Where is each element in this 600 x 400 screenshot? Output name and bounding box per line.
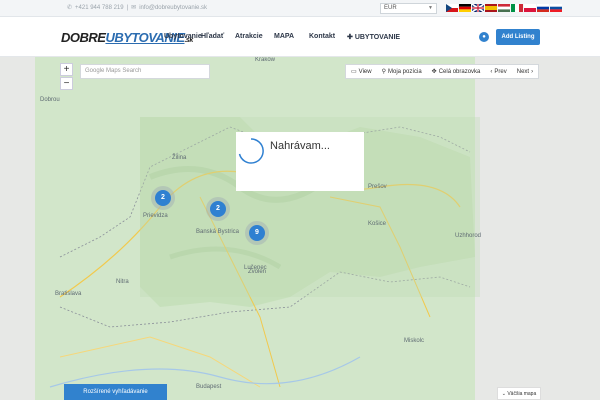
nav-item-add-ubytovanie-label: UBYTOVANIE xyxy=(354,34,401,41)
map-place-label: Prievidza xyxy=(143,213,168,219)
map-place-label: Žilina xyxy=(172,155,187,161)
map-place-label: Miskolc xyxy=(404,338,425,344)
map-place-label: Prešov xyxy=(368,184,387,190)
flag-de-icon[interactable] xyxy=(459,4,471,12)
prev-button[interactable]: ‹ Prev xyxy=(485,65,511,78)
flag-es-icon[interactable] xyxy=(485,4,497,12)
flag-en-icon[interactable] xyxy=(472,4,484,12)
fullscreen-button[interactable]: ✥ Celá obrazovka xyxy=(427,65,486,78)
main-navigation: DOBREUBYTOVANIE.sk Ubytovanie Hľadať Atr… xyxy=(0,17,600,57)
contact-info: ✆ +421 944 788 219 | ✉ info@dobreubytova… xyxy=(67,4,207,12)
add-listing-button[interactable]: Add Listing xyxy=(496,29,540,45)
flag-sk-icon[interactable] xyxy=(550,4,562,12)
map-place-label: Kraków xyxy=(255,57,276,63)
image-icon: ▭ xyxy=(351,69,357,75)
phone-icon: ✆ xyxy=(67,5,73,11)
zoom-in-button[interactable]: + xyxy=(60,63,73,76)
map-place-label: Košice xyxy=(368,221,387,227)
my-position-button[interactable]: ⚲ Moja pozícia xyxy=(377,65,427,78)
fullscreen-label: Celá obrazovka xyxy=(438,68,481,75)
flag-pl-icon[interactable] xyxy=(524,4,536,12)
larger-map-button[interactable]: ⌄ Väčšia mapa xyxy=(497,387,541,400)
nav-item-add-ubytovanie[interactable]: ✚ UBYTOVANIE xyxy=(347,33,400,41)
my-position-label: Moja pozícia xyxy=(387,68,422,75)
map-cluster-marker[interactable]: 2 xyxy=(155,190,171,206)
larger-map-label: Väčšia mapa xyxy=(507,391,537,397)
language-flags xyxy=(446,4,562,12)
user-account-icon[interactable]: ● xyxy=(479,32,489,42)
map-place-label: Budapest xyxy=(196,384,222,390)
map-place-label: Dobrou xyxy=(40,97,60,103)
zoom-out-button[interactable]: − xyxy=(60,77,73,90)
logo-part-dobre: DOBRE xyxy=(61,30,106,45)
location-pin-icon: ⚲ xyxy=(381,69,386,75)
loading-overlay: Nahrávam... xyxy=(236,132,364,191)
map-area[interactable]: Kraków Dobrou Žilina Zvolen Prešov Košic… xyxy=(0,57,600,400)
map-search-input[interactable]: Google Maps Search xyxy=(80,64,210,79)
plus-icon: ✚ xyxy=(347,34,355,41)
prev-label: Prev xyxy=(494,68,507,75)
map-place-label: Lučenec xyxy=(244,265,267,271)
top-bar: ✆ +421 944 788 219 | ✉ info@dobreubytova… xyxy=(0,0,600,17)
nav-item-ubytovanie[interactable]: Ubytovanie xyxy=(164,33,202,40)
currency-value: EUR xyxy=(384,5,397,11)
loading-spinner-icon xyxy=(238,138,264,164)
nav-item-mapa[interactable]: MAPA xyxy=(274,33,294,40)
nav-item-hladat[interactable]: Hľadať xyxy=(201,33,224,40)
flag-it-icon[interactable] xyxy=(511,4,523,12)
email-icon: ✉ xyxy=(131,5,137,11)
view-label: View xyxy=(358,68,372,75)
chevron-right-icon: › xyxy=(531,68,534,75)
phone-number[interactable]: +421 944 788 219 xyxy=(75,5,124,11)
nav-item-atrakcie[interactable]: Atrakcie xyxy=(235,33,263,40)
chevron-left-icon: ‹ xyxy=(490,68,493,75)
map-cluster-marker[interactable]: 2 xyxy=(210,201,226,217)
nav-item-kontakt[interactable]: Kontakt xyxy=(309,33,335,40)
map-canvas xyxy=(0,57,600,400)
next-label: Next xyxy=(516,68,530,75)
view-button[interactable]: ▭ View xyxy=(346,65,377,78)
map-place-label: Banská Bystrica xyxy=(196,229,240,235)
flag-hu-icon[interactable] xyxy=(498,4,510,12)
email-address[interactable]: info@dobreubytovanie.sk xyxy=(139,5,207,11)
fullscreen-icon: ✥ xyxy=(431,69,437,75)
chevron-down-icon: ▼ xyxy=(428,5,433,11)
map-controls: ▭ View ⚲ Moja pozícia ✥ Celá obrazovka ‹ Pre… xyxy=(345,64,540,79)
contact-separator: | xyxy=(126,4,129,11)
advanced-search-button[interactable]: Rozšírené vyhľadávanie xyxy=(64,384,167,400)
currency-select[interactable]: EUR ▼ xyxy=(380,3,437,14)
flag-cz-icon[interactable] xyxy=(446,4,458,12)
map-place-label: Uzhhorod xyxy=(455,233,482,239)
map-cluster-marker[interactable]: 9 xyxy=(249,225,265,241)
map-place-label: Nitra xyxy=(116,279,129,285)
next-button[interactable]: Next › xyxy=(512,65,538,78)
map-place-label: Bratislava xyxy=(55,291,82,297)
flag-ru-icon[interactable] xyxy=(537,4,549,12)
